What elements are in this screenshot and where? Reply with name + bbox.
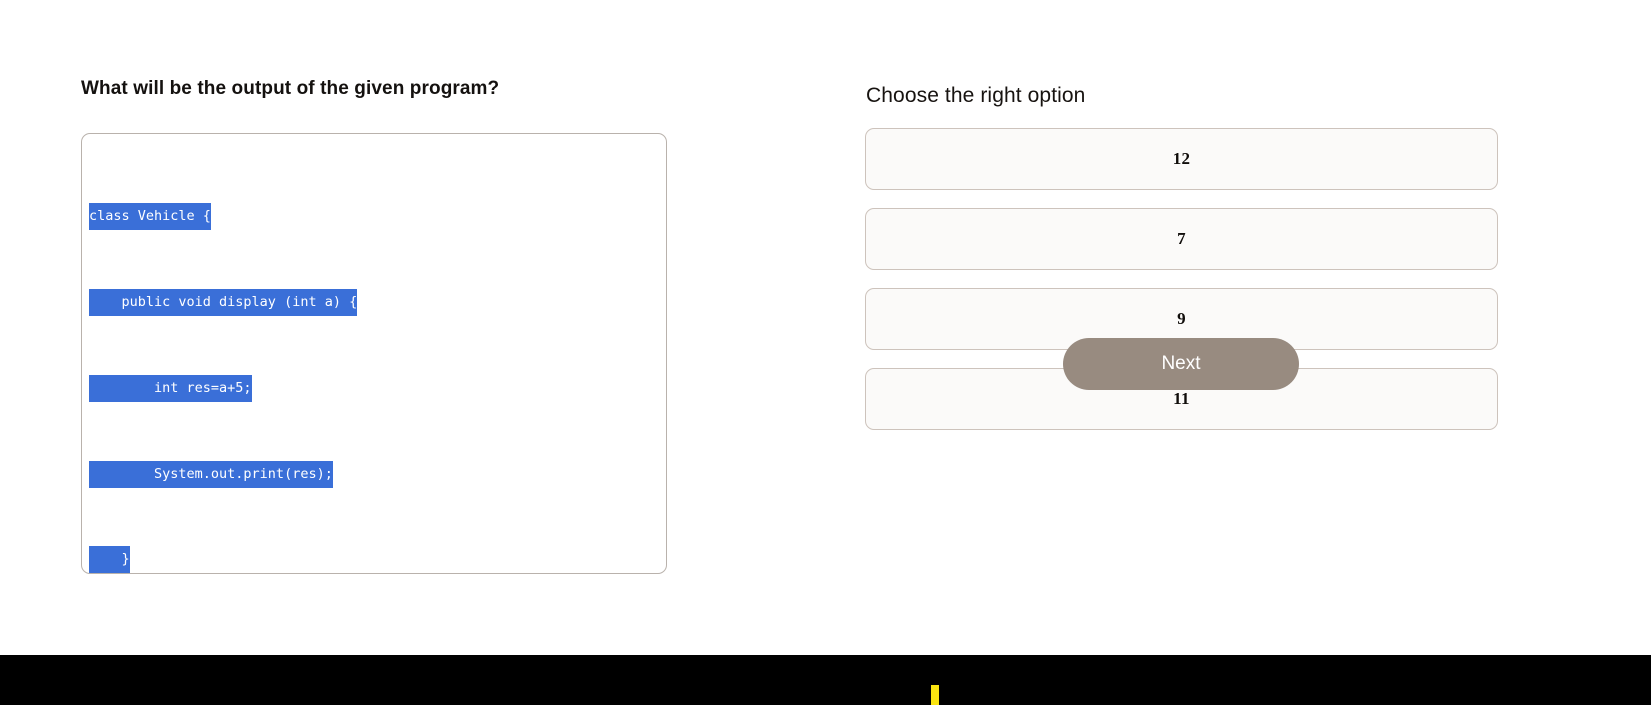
next-button[interactable]: Next: [1063, 338, 1299, 390]
progress-marker: [931, 685, 939, 705]
choose-option-heading: Choose the right option: [866, 84, 1086, 107]
quiz-page: What will be the output of the given pro…: [0, 0, 1651, 705]
option-label: 11: [1173, 389, 1190, 408]
code-line-text: }: [89, 546, 130, 573]
code-block: class Vehicle { public void display (int…: [89, 145, 439, 573]
option-button-2[interactable]: 7: [865, 208, 1498, 270]
code-line: System.out.print(res);: [89, 460, 439, 489]
option-label: 7: [1177, 229, 1186, 248]
code-line: int res=a+5;: [89, 374, 439, 403]
answer-pane: Choose the right option 12 7 9 11 Next: [830, 0, 1651, 655]
option-label: 12: [1172, 149, 1191, 168]
code-line: }: [89, 545, 439, 573]
code-line: class Vehicle {: [89, 202, 439, 231]
code-line-text: class Vehicle {: [89, 203, 211, 231]
code-line-text: int res=a+5;: [89, 374, 252, 402]
option-button-1[interactable]: 12: [865, 128, 1498, 190]
code-snippet-card: class Vehicle { public void display (int…: [81, 133, 667, 574]
option-label: 9: [1177, 309, 1186, 328]
code-line-text: System.out.print(res);: [89, 460, 333, 488]
question-pane: What will be the output of the given pro…: [0, 0, 830, 655]
code-line-text: public void display (int a) {: [89, 288, 358, 316]
page-title: What will be the output of the given pro…: [81, 78, 500, 99]
next-button-label: Next: [1161, 353, 1201, 374]
code-line: public void display (int a) {: [89, 288, 439, 317]
bottom-bar: [0, 655, 1651, 705]
options-list: 12 7 9 11: [865, 128, 1498, 448]
